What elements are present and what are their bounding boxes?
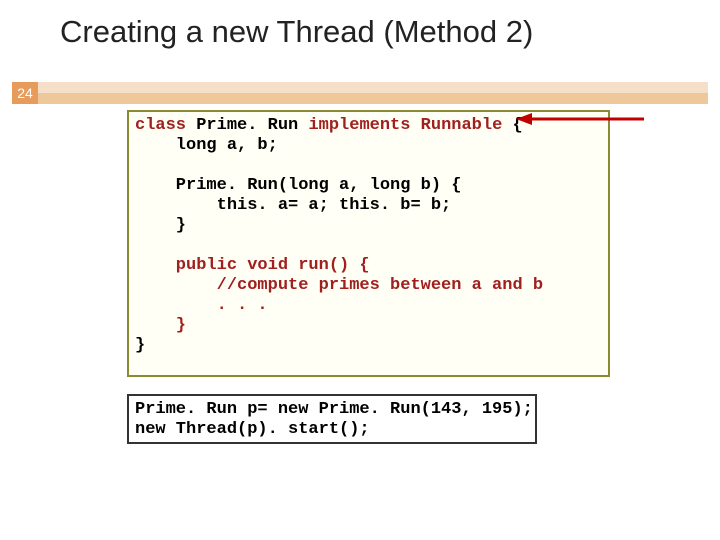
code-line: } <box>135 216 186 235</box>
code-text: { <box>502 116 522 135</box>
code-line: Prime. Run p= new Prime. Run(143, 195); <box>135 400 533 419</box>
code-text: Prime. Run <box>186 116 308 135</box>
code-line-brace: } <box>135 316 186 335</box>
code-line: new Thread(p). start(); <box>135 420 370 439</box>
slide-number-bar-top <box>38 82 708 93</box>
slide-number-box: 24 <box>12 82 38 104</box>
code-line: this. a= a; this. b= b; <box>135 196 451 215</box>
slide-number-bar-bottom <box>38 93 708 104</box>
code-text <box>410 116 420 135</box>
code-box-class: class Prime. Run implements Runnable { l… <box>127 110 610 377</box>
code-box-usage: Prime. Run p= new Prime. Run(143, 195); … <box>127 394 537 444</box>
code-line-dots: . . . <box>135 296 268 315</box>
code-line: Prime. Run(long a, long b) { <box>135 176 461 195</box>
kw-runnable: Runnable <box>421 116 503 135</box>
kw-implements: implements <box>308 116 410 135</box>
kw-class: class <box>135 116 186 135</box>
slide-title: Creating a new Thread (Method 2) <box>60 14 533 50</box>
code-line-run: public void run() { <box>135 256 370 275</box>
code-line-comment: //compute primes between a and b <box>135 276 543 295</box>
code-line: long a, b; <box>135 136 278 155</box>
slide: Creating a new Thread (Method 2) 24 clas… <box>0 0 720 540</box>
code-line: } <box>135 336 145 355</box>
